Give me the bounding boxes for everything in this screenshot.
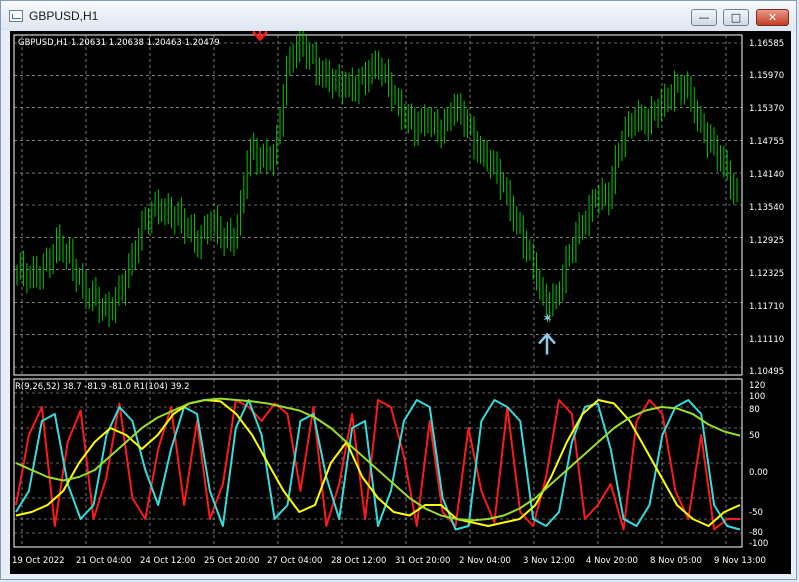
chart-window: GBPUSD,H1 — □ ✕ ✶ GBPUSD,H1 1.20631 1.20… — [0, 0, 797, 580]
time-axis-label: 24 Oct 12:00 — [140, 556, 196, 566]
down-arrow-signal — [252, 31, 268, 42]
indicator-axis-label: 0.00 — [749, 468, 768, 478]
time-axis-label: 28 Oct 12:00 — [331, 556, 387, 566]
price-axis-label: 1.12925 — [749, 236, 785, 246]
signal-star-icon: ✶ — [542, 312, 553, 327]
time-axis-label: 4 Nov 20:00 — [586, 556, 638, 566]
minimize-icon: — — [698, 11, 710, 24]
price-axis-label: 1.11710 — [749, 302, 785, 312]
price-axis-label: 1.16585 — [749, 39, 785, 49]
time-axis-label: 25 Oct 20:00 — [204, 556, 260, 566]
indicator-axis-label: -100 — [749, 539, 769, 549]
time-axis-label: 9 Nov 13:00 — [714, 556, 766, 566]
chart-area[interactable]: ✶ GBPUSD,H1 1.20631 1.20638 1.20463 1.20… — [10, 31, 791, 574]
indicator-axis-label: 100 — [749, 392, 766, 402]
price-axis-label: 1.15970 — [749, 71, 785, 81]
price-axis-label: 1.12325 — [749, 269, 785, 279]
window-title: GBPUSD,H1 — [29, 9, 99, 23]
indicator-axis-label: 120 — [749, 381, 766, 391]
maximize-button[interactable]: □ — [723, 9, 749, 26]
price-axis-label: 1.15370 — [749, 104, 785, 114]
time-axis-label: 2 Nov 04:00 — [459, 556, 511, 566]
indicator-axis-label: 80 — [749, 405, 760, 415]
chart-canvas: ✶ — [13, 31, 743, 548]
title-bar[interactable]: GBPUSD,H1 — □ ✕ — [1, 1, 796, 31]
time-axis-label: 3 Nov 12:00 — [523, 556, 575, 566]
price-axis-label: 1.14755 — [749, 137, 785, 147]
maximize-icon: □ — [730, 11, 742, 24]
price-axis-label: 1.11110 — [749, 335, 785, 345]
minimize-button[interactable]: — — [691, 9, 717, 26]
indicator-axis-label: 50 — [749, 431, 760, 441]
indicator-header: R(9,26,52) 38.7 -81.9 -81.0 R1(104) 39.2 — [15, 382, 190, 392]
price-chart-header: GBPUSD,H1 1.20631 1.20638 1.20463 1.2047… — [18, 38, 220, 48]
time-axis-label: 31 Oct 20:00 — [395, 556, 451, 566]
price-axis-label: 1.14140 — [749, 170, 785, 180]
rsi-red-line — [15, 399, 740, 531]
price-axis-label: 1.13540 — [749, 203, 785, 213]
close-button[interactable]: ✕ — [756, 9, 789, 26]
time-axis-label: 27 Oct 04:00 — [267, 556, 323, 566]
close-icon: ✕ — [767, 11, 778, 24]
indicator-axis-label: -50 — [749, 508, 763, 518]
time-axis-label: 21 Oct 04:00 — [76, 556, 132, 566]
up-arrow-signal — [538, 332, 556, 355]
time-axis-label: 8 Nov 05:00 — [650, 556, 702, 566]
chart-window-icon — [9, 10, 23, 22]
time-axis-label: 19 Oct 2022 — [12, 556, 65, 566]
indicator-axis-label: -80 — [749, 528, 763, 538]
price-axis-label: 1.10495 — [749, 367, 785, 377]
